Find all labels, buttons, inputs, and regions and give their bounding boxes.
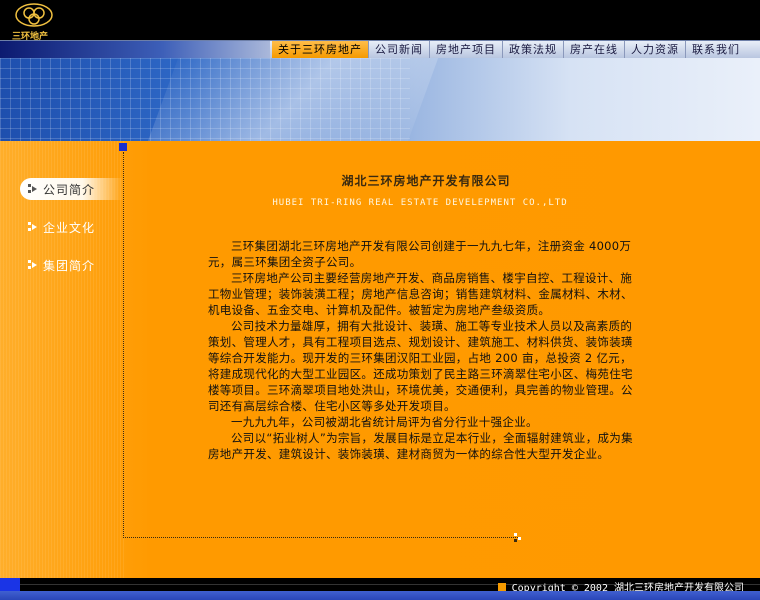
bullet-arrow-icon: [28, 222, 37, 231]
tri-ring-logo-icon: [15, 3, 53, 27]
nav-left-gradient: [0, 41, 270, 58]
content-panel: 湖北三环房地产开发有限公司 HUBEI TRI-RING REAL ESTATE…: [206, 172, 634, 462]
footer-bottom-bar: [0, 591, 760, 600]
nav-item-about[interactable]: 关于三环房地产: [272, 41, 369, 58]
paragraph: 一九九九年，公司被湖北省统计局评为省分行业十强企业。: [231, 415, 538, 429]
nav-items: 关于三环房地产 公司新闻 房地产项目 政策法规 房产在线 人力资源 联系我们: [272, 41, 746, 58]
sidebar: 公司简介 企业文化 集团简介: [20, 178, 124, 292]
sidebar-item-culture[interactable]: 企业文化: [20, 216, 124, 238]
page-title: 湖北三环房地产开发有限公司: [341, 174, 511, 188]
sidebar-item-label: 公司简介: [43, 182, 96, 197]
nav-item-policies[interactable]: 政策法规: [503, 41, 564, 58]
horizontal-divider: [123, 537, 518, 538]
page-subtitle-en: HUBEI TRI-RING REAL ESTATE DEVELEPMENT C…: [272, 198, 568, 208]
footer: Copyright © 2002 湖北三环房地产开发有限公司: [0, 578, 760, 600]
paragraph: 三环集团湖北三环房地产开发有限公司创建于一九九七年，注册资金 4000万元，属三…: [208, 239, 632, 269]
paragraph: 公司技术力量雄厚，拥有大批设计、装璜、施工等专业技术人员以及高素质的策划、管理人…: [208, 319, 633, 413]
sidebar-item-group-profile[interactable]: 集团简介: [20, 254, 124, 276]
header: 三环地产: [0, 0, 760, 42]
paragraph: 三环房地产公司主要经营房地产开发、商品房销售、楼宇自控、工程设计、施工物业管理；…: [208, 271, 633, 317]
corner-arrow-icon: [514, 533, 521, 542]
logo[interactable]: 三环地产: [10, 2, 55, 42]
nav-item-projects[interactable]: 房地产项目: [430, 41, 503, 58]
paragraph: 公司以“拓业树人”为宗旨，发展目标是立足本行业，全面辐射建筑业，成为集房地产开发…: [208, 431, 633, 461]
article-body: 三环集团湖北三环房地产开发有限公司创建于一九九七年，注册资金 4000万元，属三…: [208, 238, 634, 462]
bullet-arrow-icon: [28, 184, 37, 193]
corner-dot: [119, 143, 127, 151]
nav-item-news[interactable]: 公司新闻: [369, 41, 430, 58]
square-bullet-icon: [497, 582, 506, 591]
nav-item-hr[interactable]: 人力资源: [625, 41, 686, 58]
sidebar-item-label: 企业文化: [43, 220, 96, 235]
top-nav: 关于三环房地产 公司新闻 房地产项目 政策法规 房产在线 人力资源 联系我们: [0, 40, 760, 58]
nav-item-contact[interactable]: 联系我们: [686, 41, 746, 58]
sidebar-item-company-profile[interactable]: 公司简介: [20, 178, 124, 200]
footer-blue-block: [0, 578, 20, 591]
sidebar-item-label: 集团简介: [43, 258, 96, 273]
bullet-arrow-icon: [28, 260, 37, 269]
banner-image: [0, 58, 760, 141]
nav-item-online[interactable]: 房产在线: [564, 41, 625, 58]
